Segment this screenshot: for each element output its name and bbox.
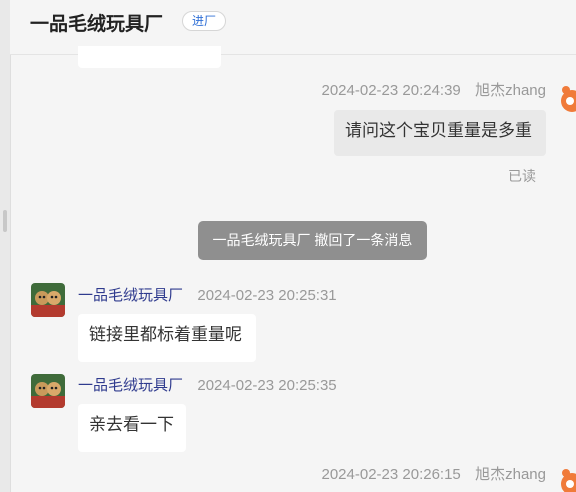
shop-avatar-icon[interactable] <box>31 374 65 408</box>
message-time: 2024-02-23 20:24:39 <box>321 82 461 99</box>
previous-message-bubble <box>78 46 221 68</box>
message-meta: 2024-02-23 20:24:39 旭杰zhang <box>300 79 546 100</box>
message-text: 请问这个宝贝重量是多重 <box>345 121 532 140</box>
message-bubble: 链接里都标着重量呢 <box>78 314 256 362</box>
sender-name[interactable]: 一品毛绒玩具厂 <box>78 287 183 304</box>
sender-name[interactable]: 一品毛绒玩具厂 <box>78 377 183 394</box>
user-avatar-icon[interactable] <box>558 81 576 115</box>
message-bubble: 亲去看一下 <box>78 404 186 452</box>
read-status: 已读 <box>508 168 536 184</box>
message-text: 链接里都标着重量呢 <box>89 325 242 344</box>
recall-notice: 一品毛绒玩具厂 撤回了一条消息 <box>198 221 427 260</box>
message-meta: 一品毛绒玩具厂 2024-02-23 20:25:31 <box>78 284 337 305</box>
shop-tag[interactable]: 进厂 <box>182 11 227 31</box>
message-time: 2024-02-23 20:25:31 <box>197 287 337 304</box>
message-meta: 2024-02-23 20:26:15 旭杰zhang <box>300 463 546 484</box>
message-text: 亲去看一下 <box>89 415 174 434</box>
message-time: 2024-02-23 20:25:35 <box>197 377 337 394</box>
user-avatar-icon[interactable] <box>558 464 576 492</box>
scrollbar-thumb[interactable] <box>3 210 7 232</box>
message-meta: 一品毛绒玩具厂 2024-02-23 20:25:35 <box>78 374 337 395</box>
sender-name: 旭杰zhang <box>475 82 546 99</box>
message-bubble: 请问这个宝贝重量是多重 <box>334 110 546 156</box>
shop-avatar-icon[interactable] <box>31 283 65 317</box>
conversation-list-edge <box>0 0 11 492</box>
message-time: 2024-02-23 20:26:15 <box>321 466 461 483</box>
sender-name: 旭杰zhang <box>475 466 546 483</box>
chat-title: 一品毛绒玩具厂 <box>30 14 164 35</box>
